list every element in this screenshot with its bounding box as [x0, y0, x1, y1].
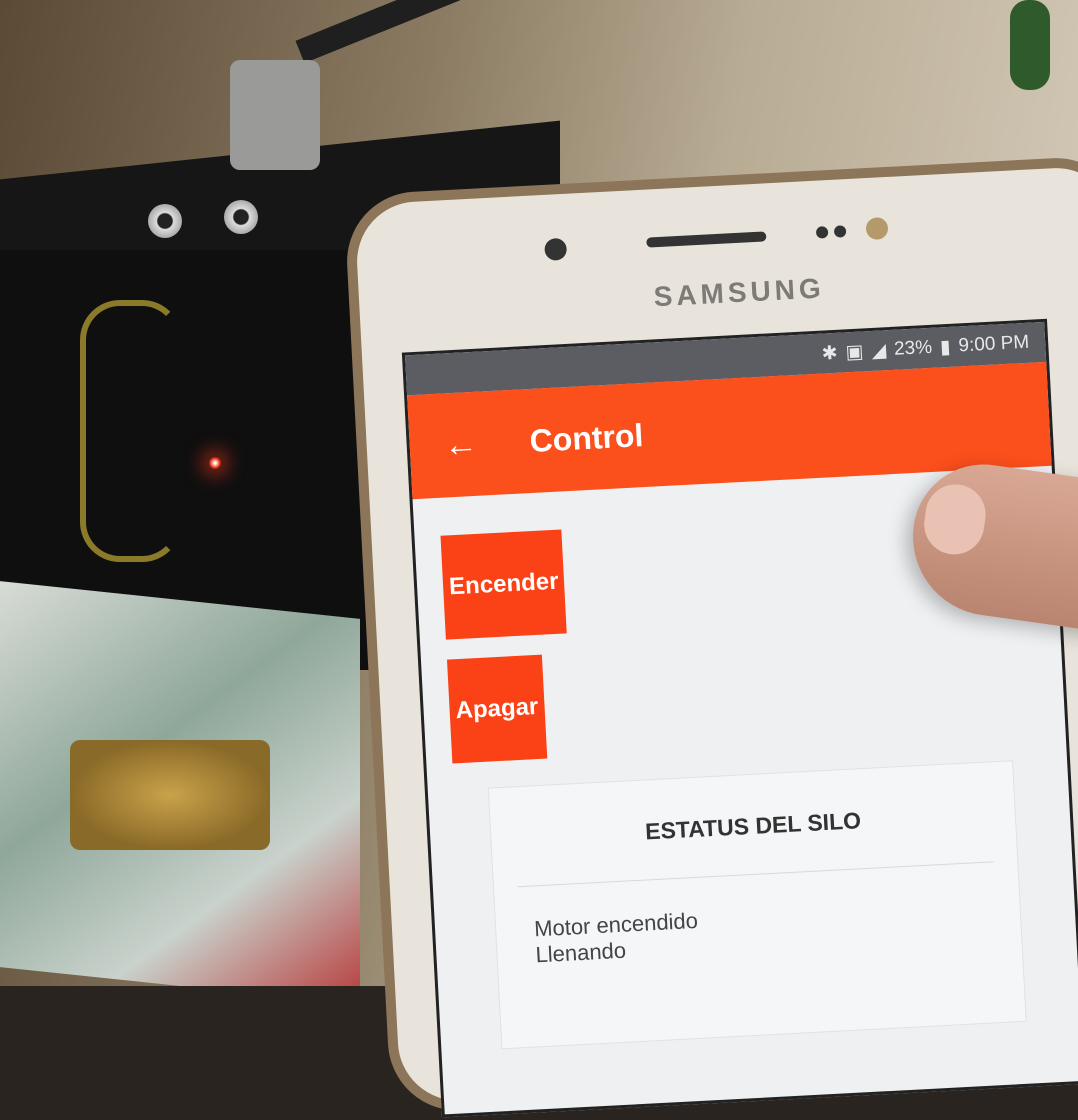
phone: SAMSUNG ✱ ▣ ◢ 23% ▮ 9:00 PM ← Control En… — [343, 154, 1078, 1118]
brand-logo: SAMSUNG — [652, 272, 826, 313]
earpiece — [646, 231, 767, 248]
fingernail — [920, 480, 990, 559]
bolt — [224, 200, 258, 234]
front-camera — [544, 237, 568, 261]
machine-auger — [230, 60, 320, 170]
bolt — [148, 204, 182, 238]
bluetooth-icon: ✱ — [821, 342, 839, 365]
turn-on-button[interactable]: Encender — [440, 529, 568, 640]
sensor — [833, 225, 847, 238]
clock: 9:00 PM — [957, 331, 1030, 357]
back-arrow-icon[interactable]: ← — [443, 424, 479, 465]
flash — [865, 216, 889, 241]
status-card-title: ESTATUS DEL SILO — [512, 762, 994, 888]
signal-icon: ◢ — [870, 339, 887, 362]
wire — [80, 300, 182, 562]
battery-percent: 23% — [893, 336, 933, 360]
grain — [70, 740, 270, 850]
silo-status-card: ESTATUS DEL SILO Motor encendido Llenand… — [487, 760, 1027, 1050]
green-cable — [1010, 0, 1050, 90]
page-title: Control — [528, 416, 645, 459]
sensor — [815, 226, 829, 239]
turn-off-button[interactable]: Apagar — [446, 654, 547, 764]
battery-icon: ▮ — [939, 336, 952, 358]
red-led — [208, 456, 222, 470]
app-screen: ✱ ▣ ◢ 23% ▮ 9:00 PM ← Control Encender A… — [401, 318, 1078, 1118]
notification-icon: ▣ — [845, 340, 865, 363]
